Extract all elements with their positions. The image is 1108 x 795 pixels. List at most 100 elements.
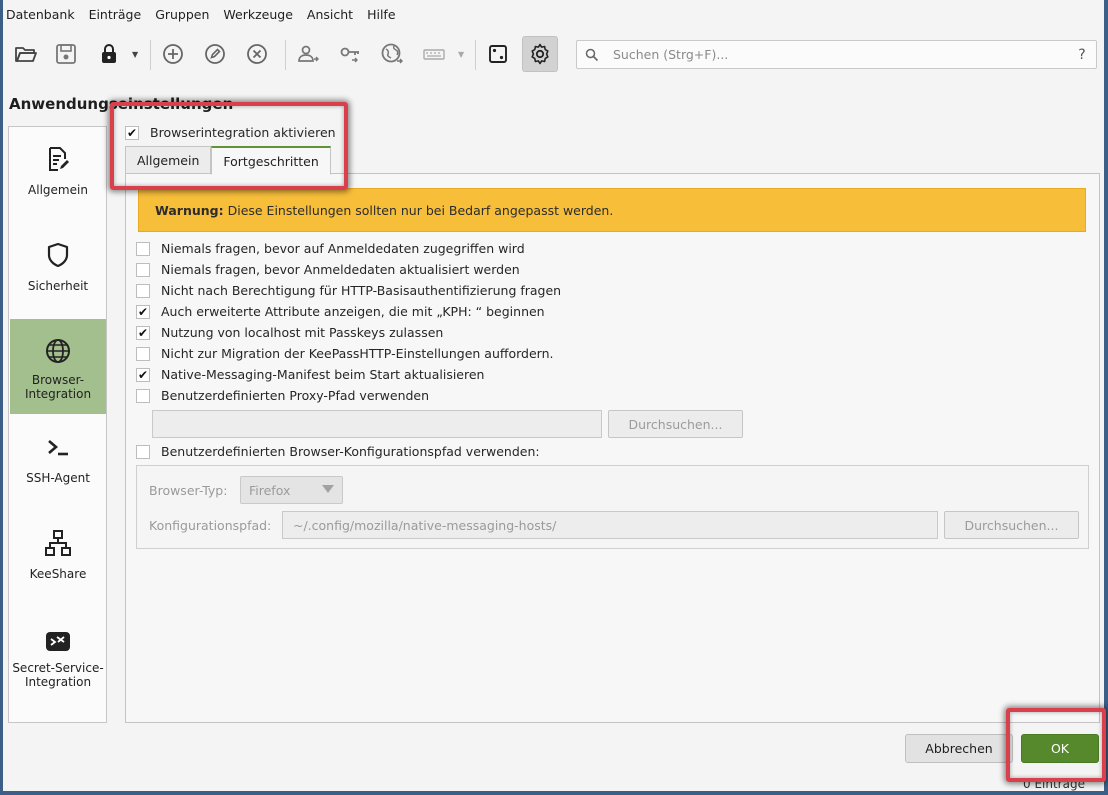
proxy-browse-button[interactable]: Durchsuchen...: [608, 410, 743, 438]
toolbar-separator: [150, 40, 151, 70]
warning-banner: Warnung: Diese Einstellungen sollten nur…: [138, 188, 1086, 232]
sidebar-item-ssh-agent[interactable]: SSH-Agent: [10, 427, 106, 511]
autotype-button[interactable]: [416, 36, 452, 72]
add-entry-icon: [163, 44, 183, 64]
save-icon: [56, 44, 76, 64]
open-url-button[interactable]: [374, 36, 410, 72]
option-label: Nutzung von localhost mit Passkeys zulas…: [161, 325, 444, 340]
sidebar-item-keeshare[interactable]: KeeShare: [10, 523, 106, 607]
option-label: Nicht nach Berechtigung für HTTP-Basisau…: [161, 283, 562, 298]
checkbox-box[interactable]: [136, 304, 150, 319]
toolbar: ▼ ▼ Suchen (Strg+F)... ?: [3, 32, 1104, 78]
checkbox-box[interactable]: [136, 262, 150, 277]
sidebar-item-sicherheit[interactable]: Sicherheit: [10, 235, 106, 319]
option-never-ask-access[interactable]: Niemals fragen, bevor auf Anmeldedaten z…: [136, 241, 525, 256]
terminal-icon: [44, 427, 72, 461]
lock-icon: [102, 44, 116, 63]
user-copy-icon: [298, 45, 319, 62]
checkbox-box[interactable]: [136, 367, 150, 382]
toolbar-separator: [475, 40, 476, 70]
option-label: Benutzerdefinierten Browser-Konfiguratio…: [161, 444, 540, 459]
highlight-ok-button: [1006, 708, 1106, 782]
advanced-settings-panel: Warnung: Diese Einstellungen sollten nur…: [125, 173, 1100, 723]
option-custom-proxy[interactable]: Benutzerdefinierten Proxy-Pfad verwenden: [136, 388, 429, 403]
menubar: Datenbank Einträge Gruppen Werkzeuge Ans…: [3, 0, 1104, 28]
menu-hilfe[interactable]: Hilfe: [367, 7, 395, 22]
warning-label: Warnung:: [155, 202, 224, 218]
delete-entry-button[interactable]: [239, 36, 275, 72]
checkbox-box[interactable]: [136, 346, 150, 361]
lock-dropdown-arrow[interactable]: ▼: [132, 50, 138, 59]
checkbox-box[interactable]: [136, 241, 150, 256]
custom-browser-config-group: Browser-Typ: Firefox Konfigurationspfad:…: [136, 465, 1089, 549]
sidebar-item-browser-integration[interactable]: Browser- Integration: [10, 319, 106, 414]
sidebar-item-label: Secret-Service- Integration: [12, 661, 104, 689]
password-generator-button[interactable]: [480, 36, 516, 72]
option-label: Nicht zur Migration der KeePassHTTP-Eins…: [161, 346, 554, 361]
checkbox-box[interactable]: [136, 388, 150, 403]
save-database-button[interactable]: [48, 36, 84, 72]
search-help-button[interactable]: ?: [1068, 47, 1096, 63]
option-update-manifest[interactable]: Native-Messaging-Manifest beim Start akt…: [136, 367, 484, 382]
browser-type-select[interactable]: Firefox: [240, 476, 343, 504]
option-never-ask-update[interactable]: Niemals fragen, bevor Anmeldedaten aktua…: [136, 262, 520, 277]
sidebar-item-secret-service[interactable]: Secret-Service- Integration: [10, 621, 106, 711]
network-icon: [44, 523, 72, 557]
key-copy-icon: [340, 47, 359, 63]
sidebar-item-label: SSH-Agent: [26, 471, 90, 485]
edit-entry-button[interactable]: [197, 36, 233, 72]
option-label: Niemals fragen, bevor auf Anmeldedaten z…: [161, 241, 525, 256]
copy-password-button[interactable]: [332, 36, 368, 72]
settings-window: Datenbank Einträge Gruppen Werkzeuge Ans…: [3, 0, 1106, 791]
option-label: Benutzerdefinierten Proxy-Pfad verwenden: [161, 388, 430, 403]
menu-gruppen[interactable]: Gruppen: [155, 7, 209, 22]
settings-button[interactable]: [522, 36, 558, 72]
sidebar-item-label: Allgemein: [28, 183, 88, 197]
toolbar-separator: [285, 40, 286, 70]
search-input[interactable]: [607, 41, 1068, 68]
add-entry-button[interactable]: [155, 36, 191, 72]
globe-icon: [44, 331, 72, 365]
checkbox-box[interactable]: [136, 444, 150, 459]
sidebar-item-allgemein[interactable]: Allgemein: [10, 139, 106, 223]
checkbox-box[interactable]: [136, 283, 150, 298]
document-edit-icon: [44, 139, 72, 173]
settings-sidebar: Allgemein Sicherheit Browser- Integration…: [8, 126, 107, 723]
keyboard-autotype-icon: [423, 49, 445, 60]
edit-entry-icon: [205, 44, 225, 64]
option-label: Niemals fragen, bevor Anmeldedaten aktua…: [161, 262, 520, 277]
highlight-enable-and-tabs: [110, 102, 348, 190]
secret-service-icon: [44, 621, 72, 655]
option-custom-browser-config[interactable]: Benutzerdefinierten Browser-Konfiguratio…: [136, 444, 540, 459]
warning-text: Diese Einstellungen sollten nur bei Beda…: [227, 202, 614, 218]
gear-settings-icon: [531, 43, 549, 65]
config-path-label: Konfigurationspfad:: [149, 518, 272, 533]
menu-ansicht[interactable]: Ansicht: [307, 7, 353, 22]
sidebar-item-label: KeeShare: [29, 567, 87, 581]
open-folder-icon: [15, 47, 37, 62]
menu-datenbank[interactable]: Datenbank: [6, 7, 75, 22]
lock-database-button[interactable]: [91, 36, 127, 72]
cancel-button[interactable]: Abbrechen: [905, 734, 1013, 763]
option-no-keepasshttp-migration[interactable]: Nicht zur Migration der KeePassHTTP-Eins…: [136, 346, 554, 361]
dice-generator-icon: [489, 45, 507, 63]
browser-type-value: Firefox: [249, 482, 291, 498]
search-box: ?: [576, 40, 1097, 69]
sidebar-item-label: Sicherheit: [27, 279, 89, 293]
option-localhost-passkeys[interactable]: Nutzung von localhost mit Passkeys zulas…: [136, 325, 443, 340]
proxy-path-input[interactable]: [152, 410, 602, 438]
copy-username-button[interactable]: [290, 36, 326, 72]
option-http-basic-auth[interactable]: Nicht nach Berechtigung für HTTP-Basisau…: [136, 283, 561, 298]
search-icon: [577, 48, 607, 62]
autotype-dropdown-arrow[interactable]: ▼: [458, 50, 464, 59]
config-browse-button[interactable]: Durchsuchen...: [944, 511, 1079, 539]
menu-werkzeuge[interactable]: Werkzeuge: [223, 7, 293, 22]
option-kph-attributes[interactable]: Auch erweiterte Attribute anzeigen, die …: [136, 304, 545, 319]
config-path-input[interactable]: ~/.config/mozilla/native-messaging-hosts…: [282, 511, 938, 539]
shield-icon: [44, 235, 72, 269]
checkbox-box[interactable]: [136, 325, 150, 340]
option-label: Native-Messaging-Manifest beim Start akt…: [161, 367, 485, 382]
open-database-button[interactable]: [8, 36, 44, 72]
menu-eintraege[interactable]: Einträge: [89, 7, 142, 22]
chevron-down-icon: [322, 485, 334, 493]
